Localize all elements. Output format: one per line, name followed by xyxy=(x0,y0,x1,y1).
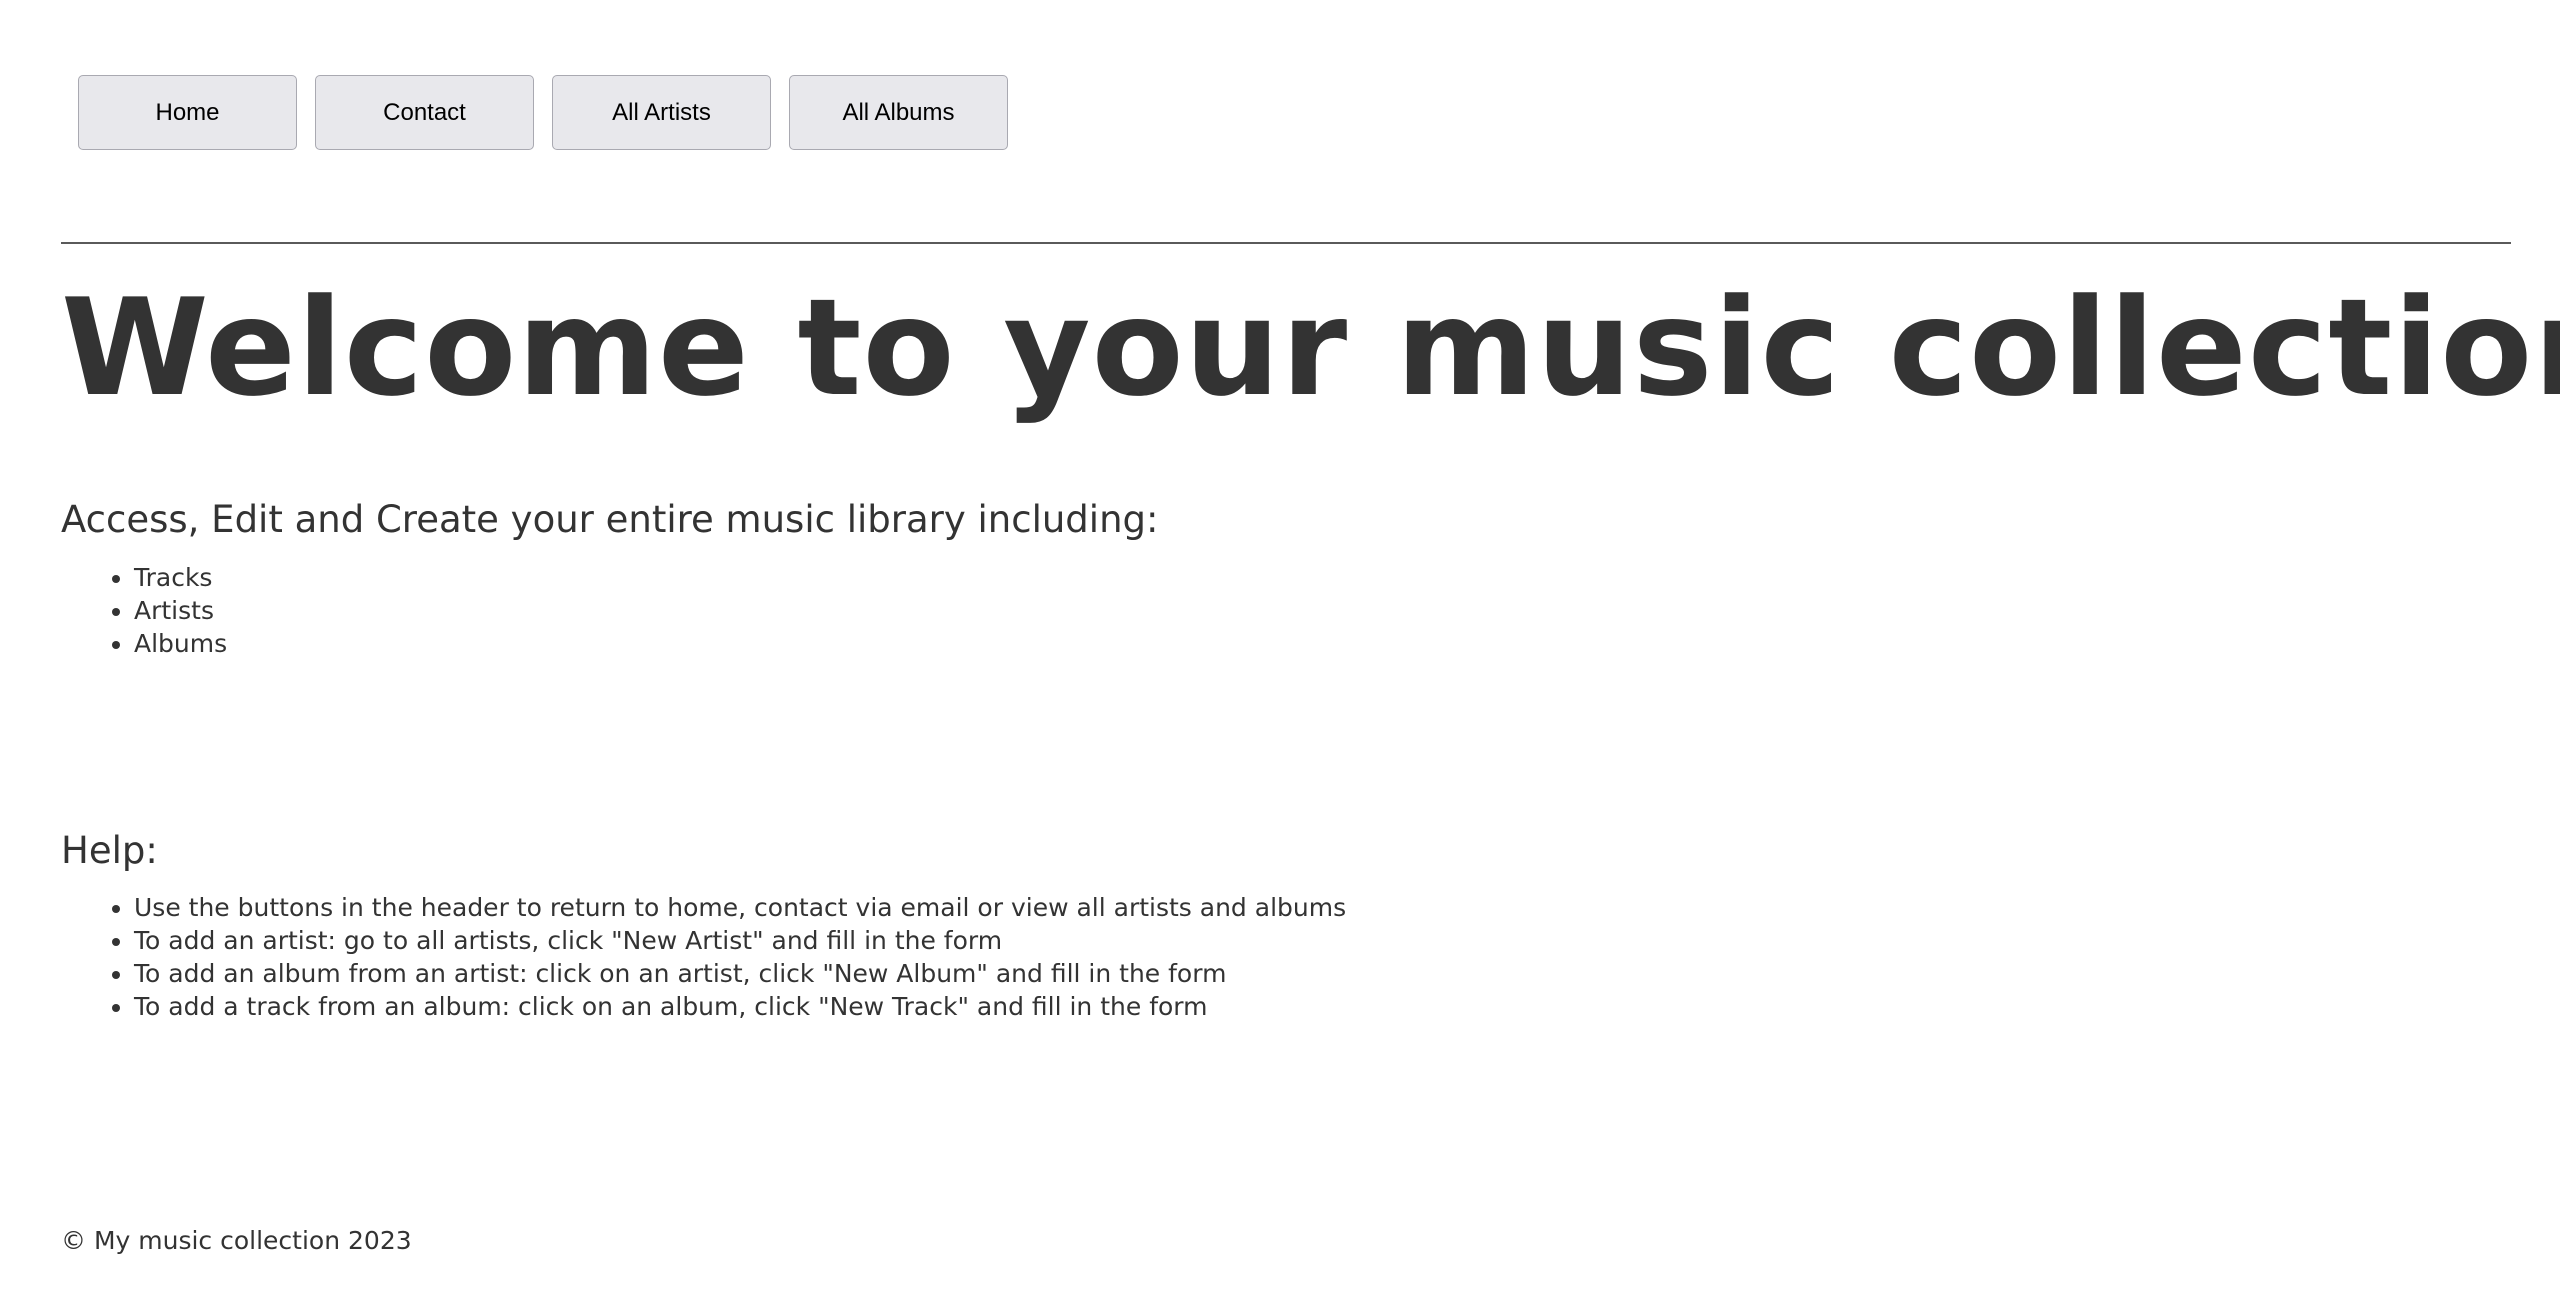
feature-item-tracks: Tracks xyxy=(134,561,227,594)
all-albums-button[interactable]: All Albums xyxy=(789,75,1008,150)
all-artists-button[interactable]: All Artists xyxy=(552,75,771,150)
header-nav: Home Contact All Artists All Albums xyxy=(78,75,1008,150)
home-button[interactable]: Home xyxy=(78,75,297,150)
footer-copyright: © My music collection 2023 xyxy=(61,1226,412,1255)
help-heading: Help: xyxy=(61,829,158,872)
header-divider xyxy=(61,242,2511,244)
intro-text: Access, Edit and Create your entire musi… xyxy=(61,498,1159,541)
contact-button[interactable]: Contact xyxy=(315,75,534,150)
help-list: Use the buttons in the header to return … xyxy=(61,891,1346,1023)
help-item: Use the buttons in the header to return … xyxy=(134,891,1346,924)
help-item: To add a track from an album: click on a… xyxy=(134,990,1346,1023)
help-item: To add an artist: go to all artists, cli… xyxy=(134,924,1346,957)
help-item: To add an album from an artist: click on… xyxy=(134,957,1346,990)
page-title: Welcome to your music collection xyxy=(61,270,2560,426)
feature-item-albums: Albums xyxy=(134,627,227,660)
feature-item-artists: Artists xyxy=(134,594,227,627)
feature-list: Tracks Artists Albums xyxy=(61,561,227,660)
